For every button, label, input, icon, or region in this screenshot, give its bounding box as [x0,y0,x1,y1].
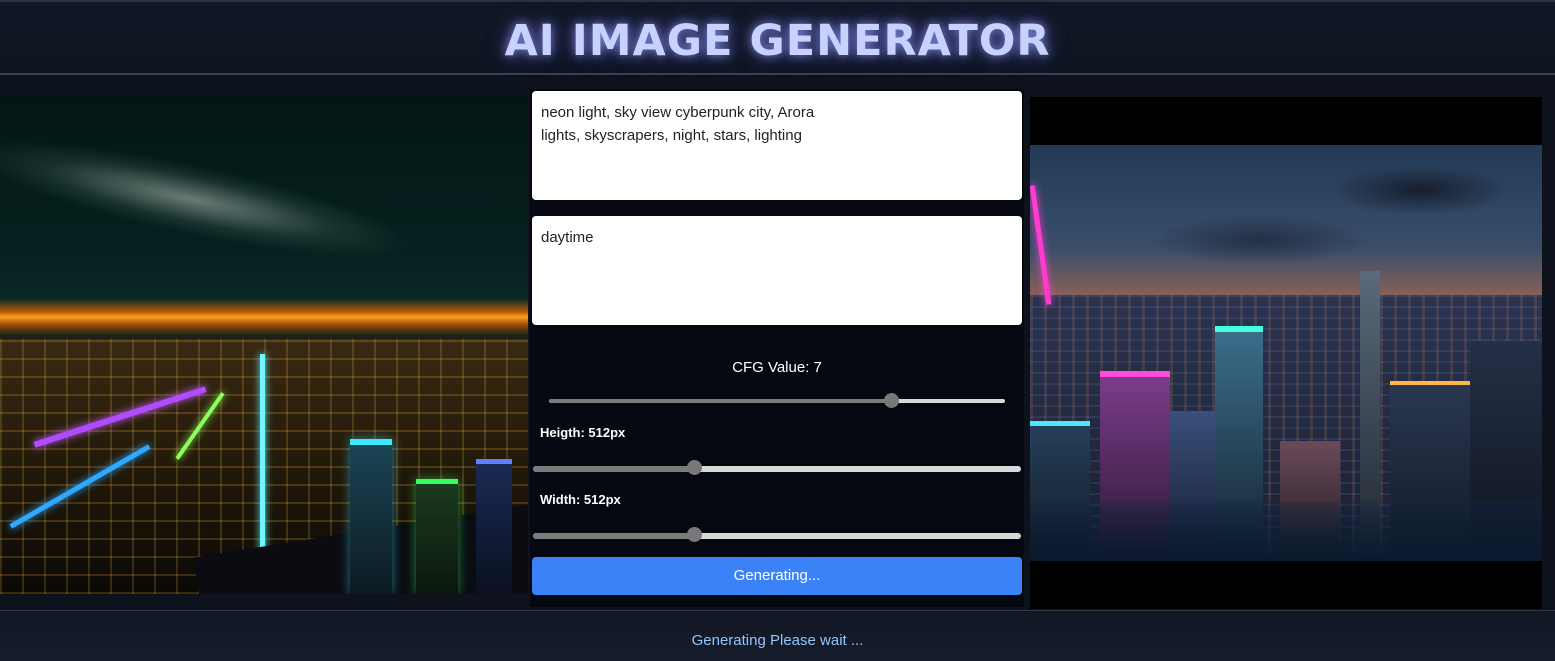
cfg-value-label: CFG Value: 7 [732,359,822,376]
image-neon-streak [260,354,265,554]
previous-generated-image [0,94,528,594]
image-skyscraper [416,479,458,594]
height-slider[interactable] [533,460,1021,475]
width-slider[interactable] [533,527,1021,542]
image-skyscraper [476,459,512,594]
height-slider-thumb[interactable] [687,460,703,475]
status-bar: Generating Please wait ... [0,610,1555,661]
generate-button[interactable]: Generating... [532,557,1022,595]
image-neon-streak [1030,185,1052,305]
image-water [1030,501,1542,561]
controls-panel: neon light, sky view cyberpunk city, Aro… [530,89,1024,607]
prompt-textarea[interactable]: neon light, sky view cyberpunk city, Aro… [532,91,1022,200]
status-message: Generating Please wait ... [691,632,864,649]
main-area: neon light, sky view cyberpunk city, Aro… [0,77,1555,610]
generated-image [1030,97,1542,609]
height-label: Heigth: 512px [540,425,626,440]
width-slider-fill [533,533,695,539]
image-skyscraper [350,439,392,594]
width-slider-thumb[interactable] [687,527,703,542]
negative-prompt-textarea[interactable]: daytime [532,216,1022,325]
image-cloud [0,116,423,282]
height-slider-fill [533,466,695,472]
image-cloud [1150,215,1370,265]
cfg-slider-fill [549,399,891,403]
image-horizon-glow [0,299,528,335]
app-header: AI IMAGE GENERATOR [0,0,1555,75]
cfg-slider[interactable] [549,393,1005,408]
cfg-slider-thumb[interactable] [884,393,899,408]
image-cloud [1330,165,1510,215]
image-scene [1030,145,1542,561]
page-title: AI IMAGE GENERATOR [504,16,1051,66]
width-label: Width: 512px [540,492,621,507]
